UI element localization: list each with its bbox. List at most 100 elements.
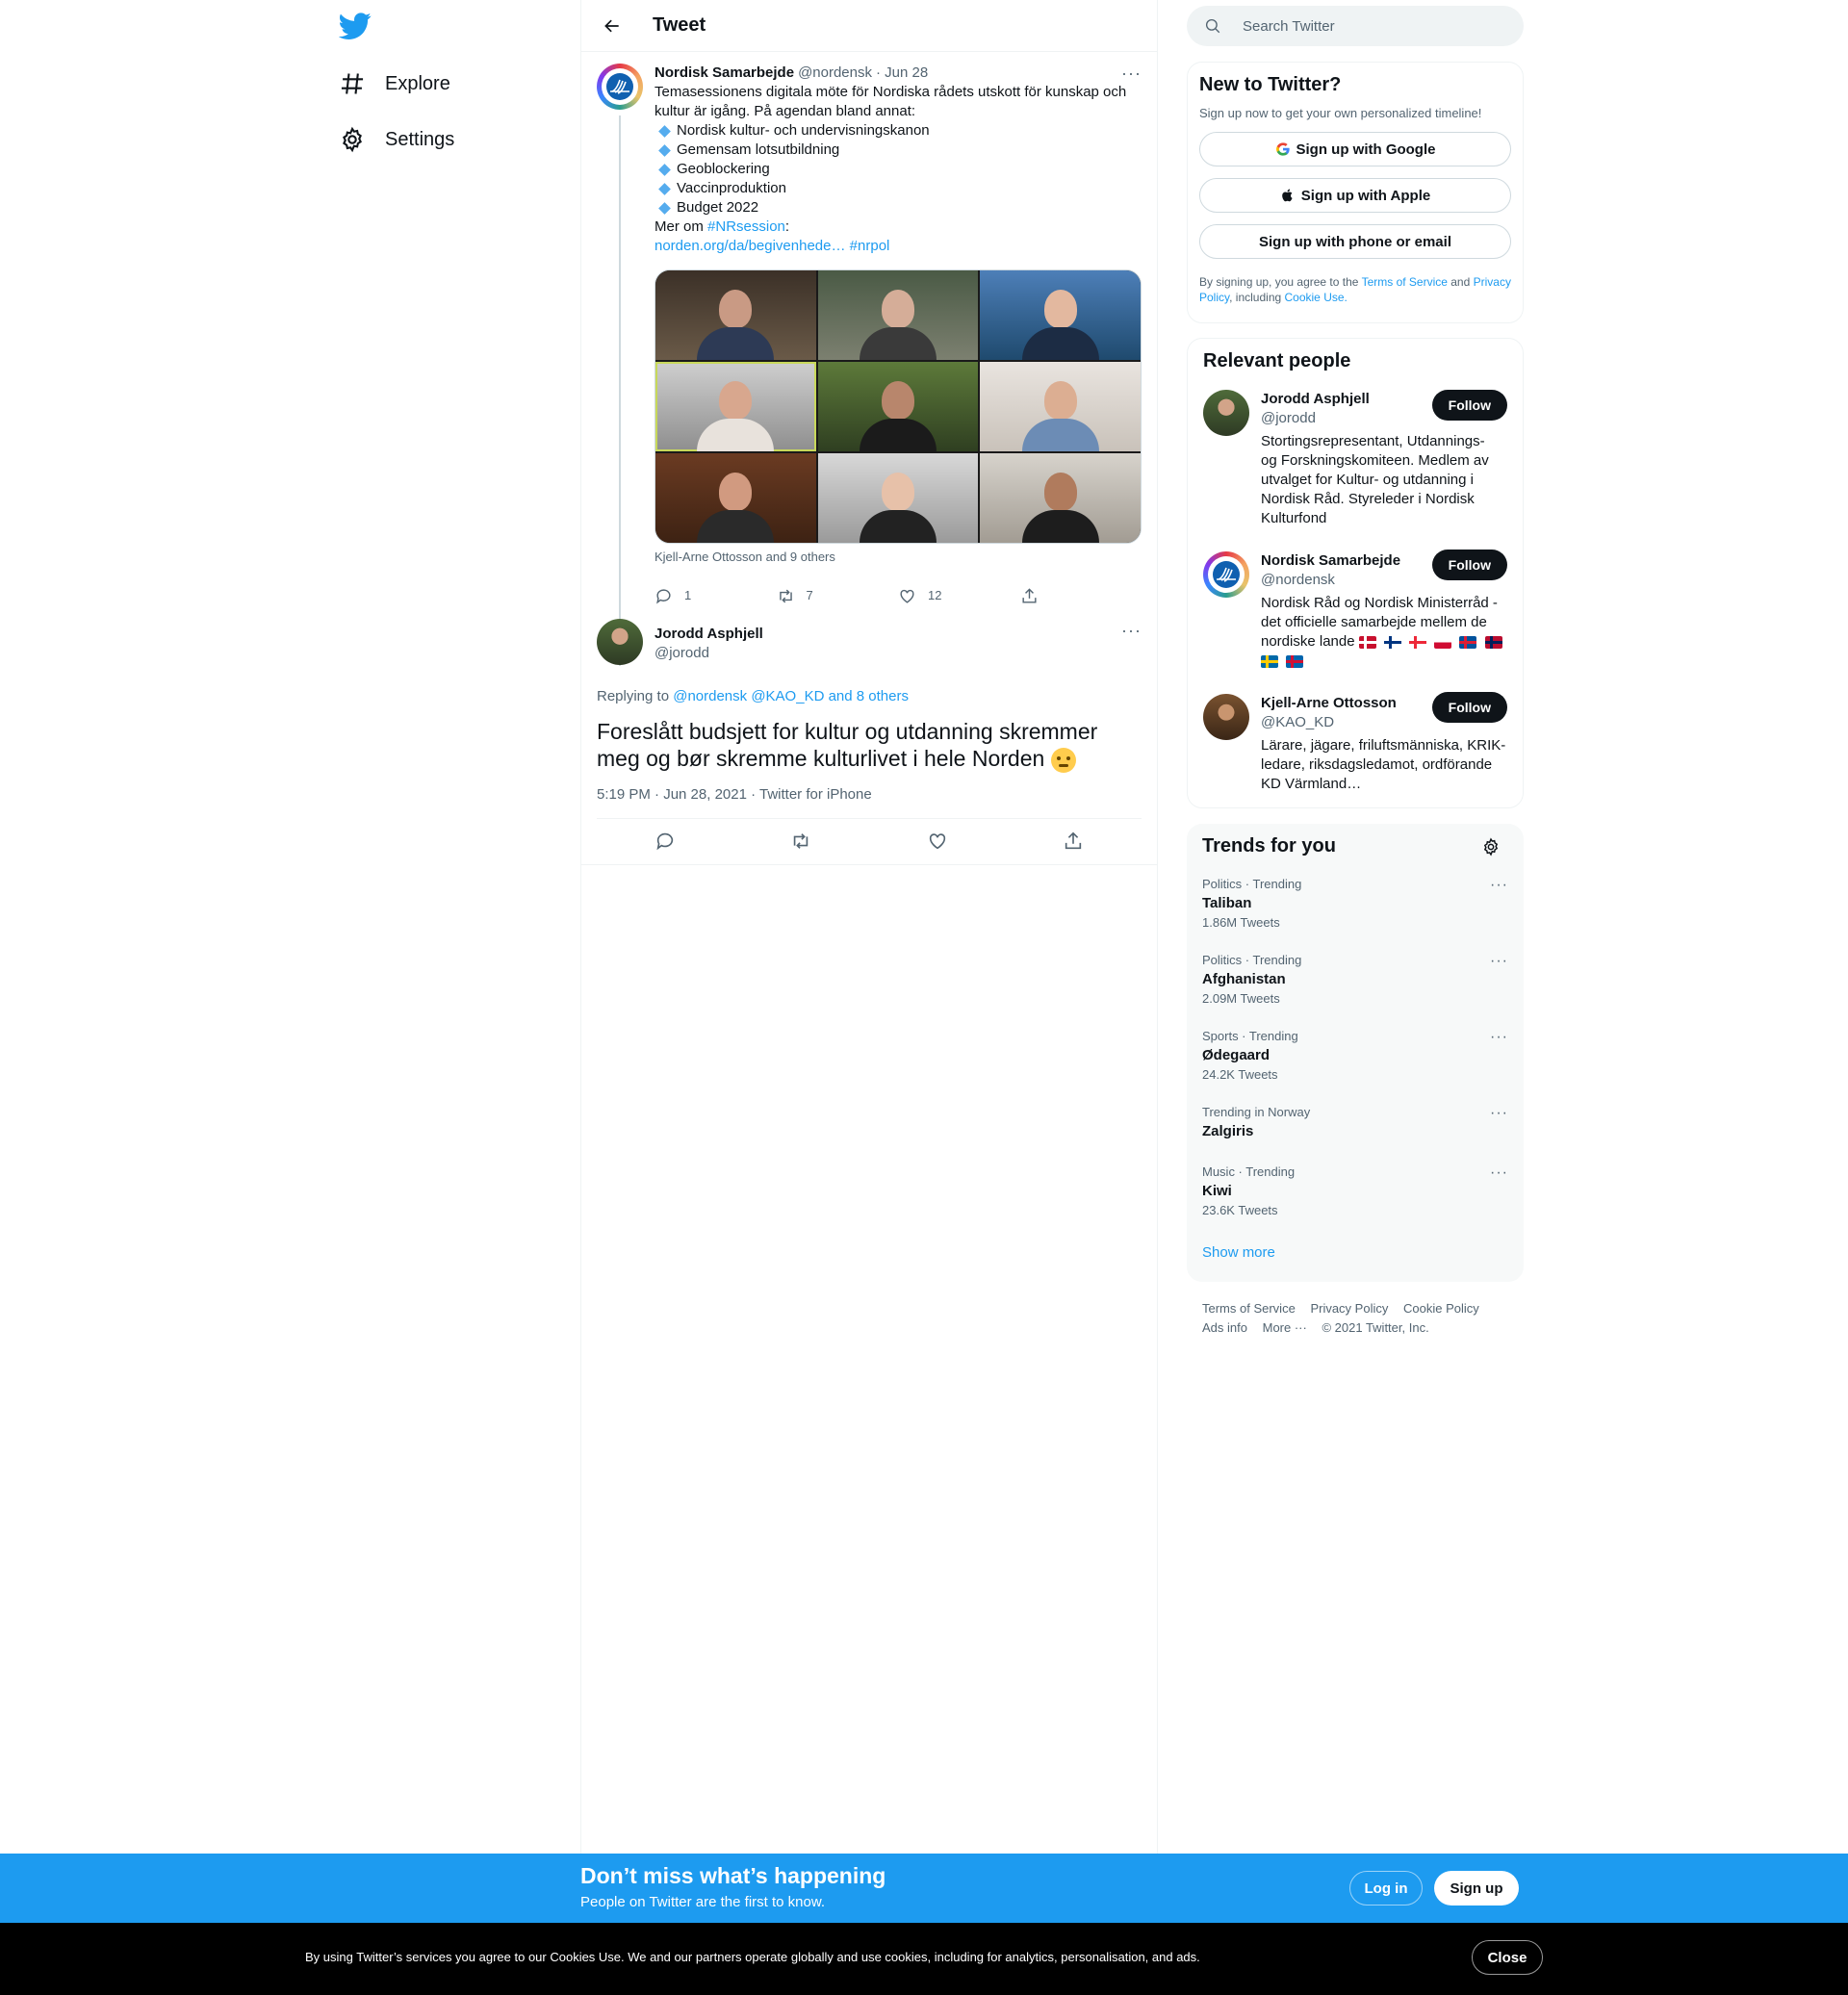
- more-icon[interactable]: ···: [1490, 1164, 1508, 1182]
- video-tile: [980, 270, 1141, 360]
- trend-category: Music · Trending: [1202, 1164, 1296, 1179]
- footer-link[interactable]: Cookie Policy: [1403, 1301, 1479, 1316]
- author-name[interactable]: Nordisk Samarbejde: [654, 64, 794, 83]
- reply-icon[interactable]: [654, 831, 676, 852]
- retweet-button[interactable]: 7: [777, 586, 899, 605]
- hashtag-link[interactable]: #NRsession: [707, 218, 785, 235]
- more-icon[interactable]: ···: [1121, 64, 1142, 84]
- author-name[interactable]: Jorodd Asphjell: [654, 625, 1142, 644]
- follow-button[interactable]: Follow: [1431, 550, 1507, 580]
- sweden-flag-icon: [1261, 654, 1278, 668]
- banner-subtitle: People on Twitter are the first to know.: [580, 1894, 826, 1910]
- signup-apple-button[interactable]: Sign up with Apple: [1199, 178, 1511, 213]
- person-item[interactable]: Jorodd Asphjell @jorodd Stortingsreprese…: [1188, 372, 1523, 540]
- nav-settings[interactable]: Settings: [339, 120, 454, 159]
- banner-title: Don’t miss what’s happening: [580, 1863, 886, 1888]
- more-icon[interactable]: ···: [1121, 621, 1142, 641]
- trend-item[interactable]: Politics · Trending Taliban 1.86M Tweets…: [1187, 857, 1524, 941]
- more-icon[interactable]: ···: [1490, 1105, 1508, 1122]
- agenda-item: Nordisk kultur- och undervisningskanon: [654, 121, 1142, 141]
- follow-button[interactable]: Follow: [1431, 692, 1507, 723]
- legal-text: By signing up, you agree to the: [1199, 275, 1362, 289]
- tagged-users[interactable]: Kjell-Arne Ottosson and 9 others: [654, 548, 1142, 567]
- gear-icon[interactable]: [1481, 837, 1501, 857]
- twitter-logo-icon[interactable]: [339, 10, 372, 42]
- more-icon[interactable]: ···: [1490, 953, 1508, 970]
- search-icon: [1205, 18, 1220, 34]
- more-icon[interactable]: ···: [1490, 1029, 1508, 1046]
- hashtag-link[interactable]: #nrpol: [850, 238, 890, 254]
- trend-category: Trending in Norway: [1202, 1105, 1311, 1119]
- trend-name: Ødegaard: [1202, 1047, 1270, 1063]
- person-item[interactable]: Kjell-Arne Ottosson @KAO_KD Lärare, jäga…: [1188, 682, 1523, 807]
- follow-button[interactable]: Follow: [1431, 390, 1507, 421]
- avatar[interactable]: [597, 64, 643, 110]
- more-icon[interactable]: ···: [1490, 877, 1508, 894]
- close-button[interactable]: Close: [1472, 1940, 1543, 1975]
- nordic-swan-icon: [606, 73, 633, 100]
- relevant-people-title: Relevant people: [1203, 350, 1351, 371]
- author-handle[interactable]: @jorodd: [654, 644, 1142, 663]
- avatar[interactable]: [597, 619, 643, 665]
- avatar[interactable]: [1203, 694, 1249, 740]
- trend-item[interactable]: Trending in Norway Zalgiris ···: [1187, 1093, 1524, 1153]
- video-tile: [655, 270, 816, 360]
- tweet-media-image[interactable]: [654, 269, 1142, 544]
- colon-text: :: [784, 218, 790, 235]
- more-about-text: Mer om: [654, 218, 708, 235]
- author-handle[interactable]: @nordensk: [798, 64, 872, 83]
- trend-count: 24.2K Tweets: [1202, 1067, 1278, 1082]
- search-input[interactable]: Search Twitter: [1187, 6, 1524, 46]
- blue-diamond-icon: [658, 163, 671, 176]
- thread-line: [619, 115, 621, 666]
- nav-explore[interactable]: Explore: [339, 64, 450, 103]
- signup-google-button[interactable]: Sign up with Google: [1199, 132, 1511, 166]
- replying-to-users[interactable]: @nordensk @KAO_KD and 8 others: [673, 688, 909, 704]
- main-tweet: ··· Jorodd Asphjell @jorodd Replying to …: [581, 619, 1157, 865]
- tweet-actions: [581, 819, 1157, 865]
- cookie-link[interactable]: Cookie Use.: [1285, 291, 1348, 304]
- trend-item[interactable]: Politics · Trending Afghanistan 2.09M Tw…: [1187, 941, 1524, 1017]
- aland-flag-icon: [1286, 654, 1304, 668]
- show-more-link[interactable]: Show more: [1187, 1229, 1524, 1282]
- trend-item[interactable]: Music · Trending Kiwi 23.6K Tweets ···: [1187, 1153, 1524, 1229]
- retweet-icon[interactable]: [790, 831, 811, 852]
- iceland-flag-icon: [1459, 635, 1477, 649]
- main-column: Tweet ··· Nordisk Samarbejde @nordensk ·…: [580, 0, 1158, 1854]
- agenda-item: Gemensam lotsutbildning: [654, 141, 1142, 160]
- avatar[interactable]: [1203, 551, 1249, 598]
- blue-diamond-icon: [658, 182, 671, 195]
- like-button[interactable]: 12: [898, 586, 1020, 605]
- url-link[interactable]: norden.org/da/begivenhede…: [654, 238, 846, 254]
- signup-phone-button[interactable]: Sign up with phone or email: [1199, 224, 1511, 259]
- video-tile: [980, 453, 1141, 543]
- footer-link[interactable]: More ···: [1263, 1320, 1307, 1335]
- agenda-item-text: Vaccinproduktion: [677, 180, 786, 196]
- gear-icon: [343, 126, 362, 153]
- back-button[interactable]: [595, 9, 629, 43]
- tweet-date[interactable]: · Jun 28: [876, 64, 928, 83]
- footer-link[interactable]: Ads info: [1202, 1320, 1247, 1335]
- footer-link[interactable]: Privacy Policy: [1310, 1301, 1388, 1316]
- video-tile: [817, 362, 979, 451]
- heart-icon[interactable]: [927, 831, 948, 852]
- trend-item[interactable]: Sports · Trending Ødegaard 24.2K Tweets …: [1187, 1017, 1524, 1093]
- signup-button[interactable]: Sign up: [1434, 1871, 1519, 1905]
- tweet-actions: 1 7 12: [654, 578, 1142, 613]
- signup-banner: Don’t miss what’s happening People on Tw…: [0, 1854, 1848, 1923]
- share-button[interactable]: [1020, 587, 1142, 605]
- share-icon[interactable]: [1063, 831, 1084, 852]
- avatar[interactable]: [1203, 390, 1249, 436]
- trend-name: Afghanistan: [1202, 971, 1286, 987]
- denmark-flag-icon: [1358, 635, 1376, 649]
- terms-link[interactable]: Terms of Service: [1362, 275, 1448, 289]
- login-button[interactable]: Log in: [1349, 1871, 1423, 1905]
- footer-link[interactable]: Terms of Service: [1202, 1301, 1296, 1316]
- tweet-text: Foreslått budsjett for kultur og utdanni…: [597, 718, 1142, 773]
- tweet-timestamp[interactable]: 5:19 PM · Jun 28, 2021 · Twitter for iPh…: [597, 786, 1142, 819]
- person-item[interactable]: Nordisk Samarbejde @nordensk Nordisk Råd…: [1188, 540, 1523, 682]
- parent-tweet[interactable]: ··· Nordisk Samarbejde @nordensk · Jun 2…: [581, 52, 1157, 666]
- agenda-item: Vaccinproduktion: [654, 179, 1142, 198]
- reply-button[interactable]: 1: [654, 586, 777, 605]
- nordic-swan-icon: [1213, 561, 1240, 588]
